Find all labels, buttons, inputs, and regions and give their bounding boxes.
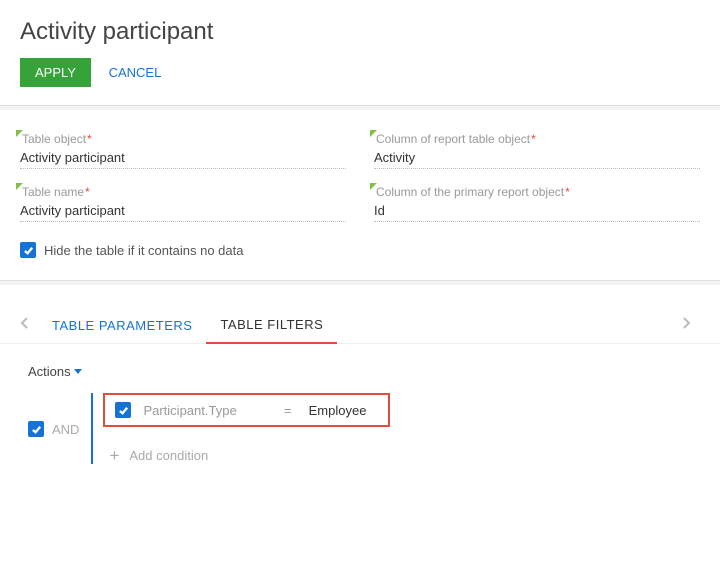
- field-table-object: Table object* Activity participant: [20, 132, 346, 169]
- filter-block: AND Participant.Type = Employee + Add co…: [28, 393, 692, 464]
- tabs-row: TABLE PARAMETERS TABLE FILTERS: [0, 285, 720, 344]
- input-table-object[interactable]: Activity participant: [20, 146, 346, 169]
- label-column-report: Column of report table object*: [374, 132, 700, 146]
- add-condition-button[interactable]: + Add condition: [103, 447, 390, 464]
- add-condition-label: Add condition: [129, 448, 208, 463]
- condition-operator[interactable]: =: [279, 403, 297, 418]
- hide-empty-checkbox[interactable]: [20, 242, 36, 258]
- input-table-name[interactable]: Activity participant: [20, 199, 346, 222]
- condition-value[interactable]: Employee: [309, 403, 379, 418]
- condition-row[interactable]: Participant.Type = Employee: [103, 393, 390, 427]
- input-column-primary[interactable]: Id: [374, 199, 700, 222]
- field-column-primary: Column of the primary report object* Id: [374, 185, 700, 222]
- tab-next-button[interactable]: [682, 316, 700, 334]
- label-table-name: Table name*: [20, 185, 346, 199]
- condition-field[interactable]: Participant.Type: [143, 403, 266, 418]
- form-grid: Table object* Activity participant Colum…: [0, 110, 720, 236]
- chevron-right-icon: [682, 316, 691, 330]
- actions-menu[interactable]: Actions: [28, 364, 82, 379]
- field-table-name: Table name* Activity participant: [20, 185, 346, 222]
- conditions-col: Participant.Type = Employee + Add condit…: [91, 393, 390, 464]
- condition-checkbox[interactable]: [115, 402, 131, 418]
- tab-filters[interactable]: TABLE FILTERS: [206, 307, 337, 344]
- hide-empty-label: Hide the table if it contains no data: [44, 243, 243, 258]
- label-table-object: Table object*: [20, 132, 346, 146]
- hide-empty-row: Hide the table if it contains no data: [0, 236, 720, 280]
- action-row: APPLY CANCEL: [0, 58, 720, 105]
- check-icon: [31, 424, 42, 435]
- filters-area: Actions AND Participant.Type = Employee …: [0, 344, 720, 484]
- page-title: Activity participant: [0, 0, 720, 58]
- tab-prev-button[interactable]: [20, 316, 38, 334]
- plus-icon: +: [109, 447, 119, 464]
- cancel-button[interactable]: CANCEL: [109, 65, 162, 80]
- label-column-primary: Column of the primary report object*: [374, 185, 700, 199]
- actions-label: Actions: [28, 364, 71, 379]
- check-icon: [23, 245, 34, 256]
- apply-button[interactable]: APPLY: [20, 58, 91, 87]
- field-column-report: Column of report table object* Activity: [374, 132, 700, 169]
- input-column-report[interactable]: Activity: [374, 146, 700, 169]
- root-operator-col: AND: [28, 393, 79, 437]
- tab-parameters[interactable]: TABLE PARAMETERS: [38, 308, 206, 343]
- chevron-left-icon: [20, 316, 29, 330]
- caret-down-icon: [74, 369, 82, 374]
- check-icon: [118, 405, 129, 416]
- root-operator-checkbox[interactable]: [28, 421, 44, 437]
- root-operator-label[interactable]: AND: [52, 422, 79, 437]
